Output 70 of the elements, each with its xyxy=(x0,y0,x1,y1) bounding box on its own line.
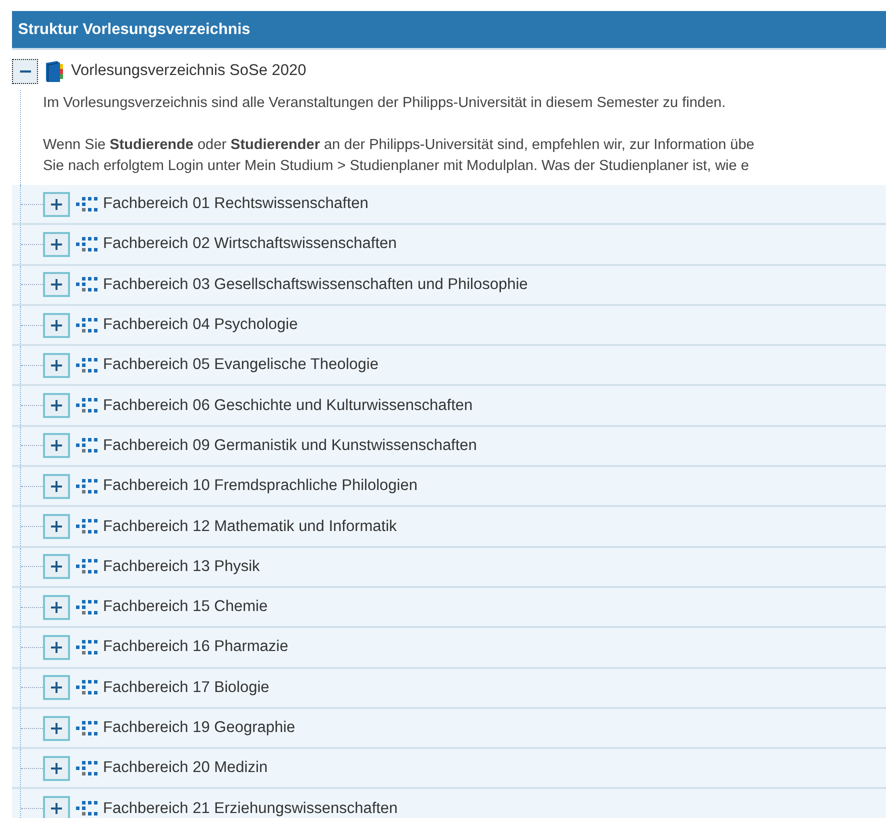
expand-button[interactable] xyxy=(43,312,70,338)
plus-icon xyxy=(51,602,62,613)
org-chart-icon xyxy=(76,680,100,696)
plus-icon xyxy=(51,198,62,210)
plus-icon xyxy=(51,440,62,452)
expand-button[interactable] xyxy=(43,474,70,499)
tree-item-label[interactable]: Fachbereich 17 Biologie xyxy=(103,678,270,697)
org-chart-icon xyxy=(76,478,100,494)
plus-icon xyxy=(51,762,62,774)
plus-icon xyxy=(51,279,62,290)
tree-item-label[interactable]: Fachbereich 04 Psychologie xyxy=(103,316,298,334)
tree-item-label[interactable]: Fachbereich 01 Rechtswissenschaften xyxy=(103,195,368,214)
org-chart-icon xyxy=(76,600,100,615)
expand-button[interactable] xyxy=(43,675,70,700)
expand-button[interactable] xyxy=(43,756,70,781)
tree-item-label[interactable]: Fachbereich 12 Mathematik und Informatik xyxy=(103,518,397,536)
org-chart-icon xyxy=(76,519,100,534)
tree-root-label[interactable]: Vorlesungsverzeichnis SoSe 2020 xyxy=(71,62,306,80)
plus-icon xyxy=(51,722,62,734)
org-chart-icon xyxy=(76,236,100,252)
org-chart-icon xyxy=(76,640,100,655)
plus-icon xyxy=(51,642,62,653)
plus-icon xyxy=(51,238,62,250)
expand-button[interactable] xyxy=(43,594,70,620)
description-text: Im Vorlesungsverzeichnis sind alle Veranstaltungen der Philipps-Universität in diesem Semester zu finden. xyxy=(43,94,727,113)
org-chart-icon xyxy=(76,559,100,574)
expand-button[interactable] xyxy=(43,192,70,217)
panel-title: Struktur Vorlesungsverzeichnis xyxy=(18,20,250,38)
org-chart-icon xyxy=(76,318,100,333)
tree-item-label[interactable]: Fachbereich 19 Geographie xyxy=(103,719,296,737)
plus-icon xyxy=(51,480,62,492)
description-text: Sie nach erfolgtem Login unter Mein Studium > Studienplaner mit Modulplan. Was der Studienplaner ist, wie e xyxy=(43,157,750,176)
tree-item-label[interactable]: Fachbereich 06 Geschichte und Kulturwissenschaften xyxy=(103,396,473,415)
plus-icon xyxy=(51,521,62,532)
expand-button[interactable] xyxy=(43,393,70,418)
expand-button[interactable] xyxy=(43,433,70,458)
expand-button[interactable] xyxy=(43,232,70,257)
org-chart-icon xyxy=(76,277,100,292)
plus-icon xyxy=(51,561,62,572)
plus-icon xyxy=(51,682,62,694)
org-chart-icon xyxy=(76,760,100,776)
plus-icon xyxy=(51,320,62,331)
tree-item-label[interactable]: Fachbereich 16 Pharmazie xyxy=(103,638,288,656)
expand-button[interactable] xyxy=(43,796,70,818)
description-text: Wenn Sie Studierende oder Studierender an der Philipps-Universität sind, empfehlen wir, zur Information übe xyxy=(43,136,756,155)
tree-item-label[interactable]: Fachbereich 09 Germanistik und Kunstwissenschaften xyxy=(103,436,477,455)
plus-icon xyxy=(51,400,62,412)
tree-item-label[interactable]: Fachbereich 15 Chemie xyxy=(103,598,268,616)
book-icon xyxy=(44,60,64,82)
tree-item-label[interactable]: Fachbereich 20 Medizin xyxy=(103,759,268,778)
tree-item-label[interactable]: Fachbereich 05 Evangelische Theologie xyxy=(103,356,378,374)
org-chart-icon xyxy=(76,438,100,454)
plus-icon xyxy=(51,360,62,371)
plus-icon xyxy=(51,803,62,814)
org-chart-icon xyxy=(76,801,100,816)
minus-icon xyxy=(20,70,30,72)
expand-button[interactable] xyxy=(43,634,70,660)
expand-button[interactable] xyxy=(43,272,70,298)
org-chart-icon xyxy=(76,196,100,212)
expand-button[interactable] xyxy=(43,554,70,580)
org-chart-icon xyxy=(76,398,100,414)
expand-button[interactable] xyxy=(43,514,70,540)
tree-item-label[interactable]: Fachbereich 13 Physik xyxy=(103,558,260,576)
expand-button[interactable] xyxy=(43,352,70,378)
collapse-button[interactable] xyxy=(12,58,38,84)
org-chart-icon xyxy=(76,358,100,373)
expand-button[interactable] xyxy=(43,716,70,740)
tree-item-label[interactable]: Fachbereich 10 Fremdsprachliche Philologien xyxy=(103,477,418,496)
tree-item-label[interactable]: Fachbereich 02 Wirtschaftswissenschaften xyxy=(103,235,397,254)
org-chart-icon xyxy=(76,720,100,736)
